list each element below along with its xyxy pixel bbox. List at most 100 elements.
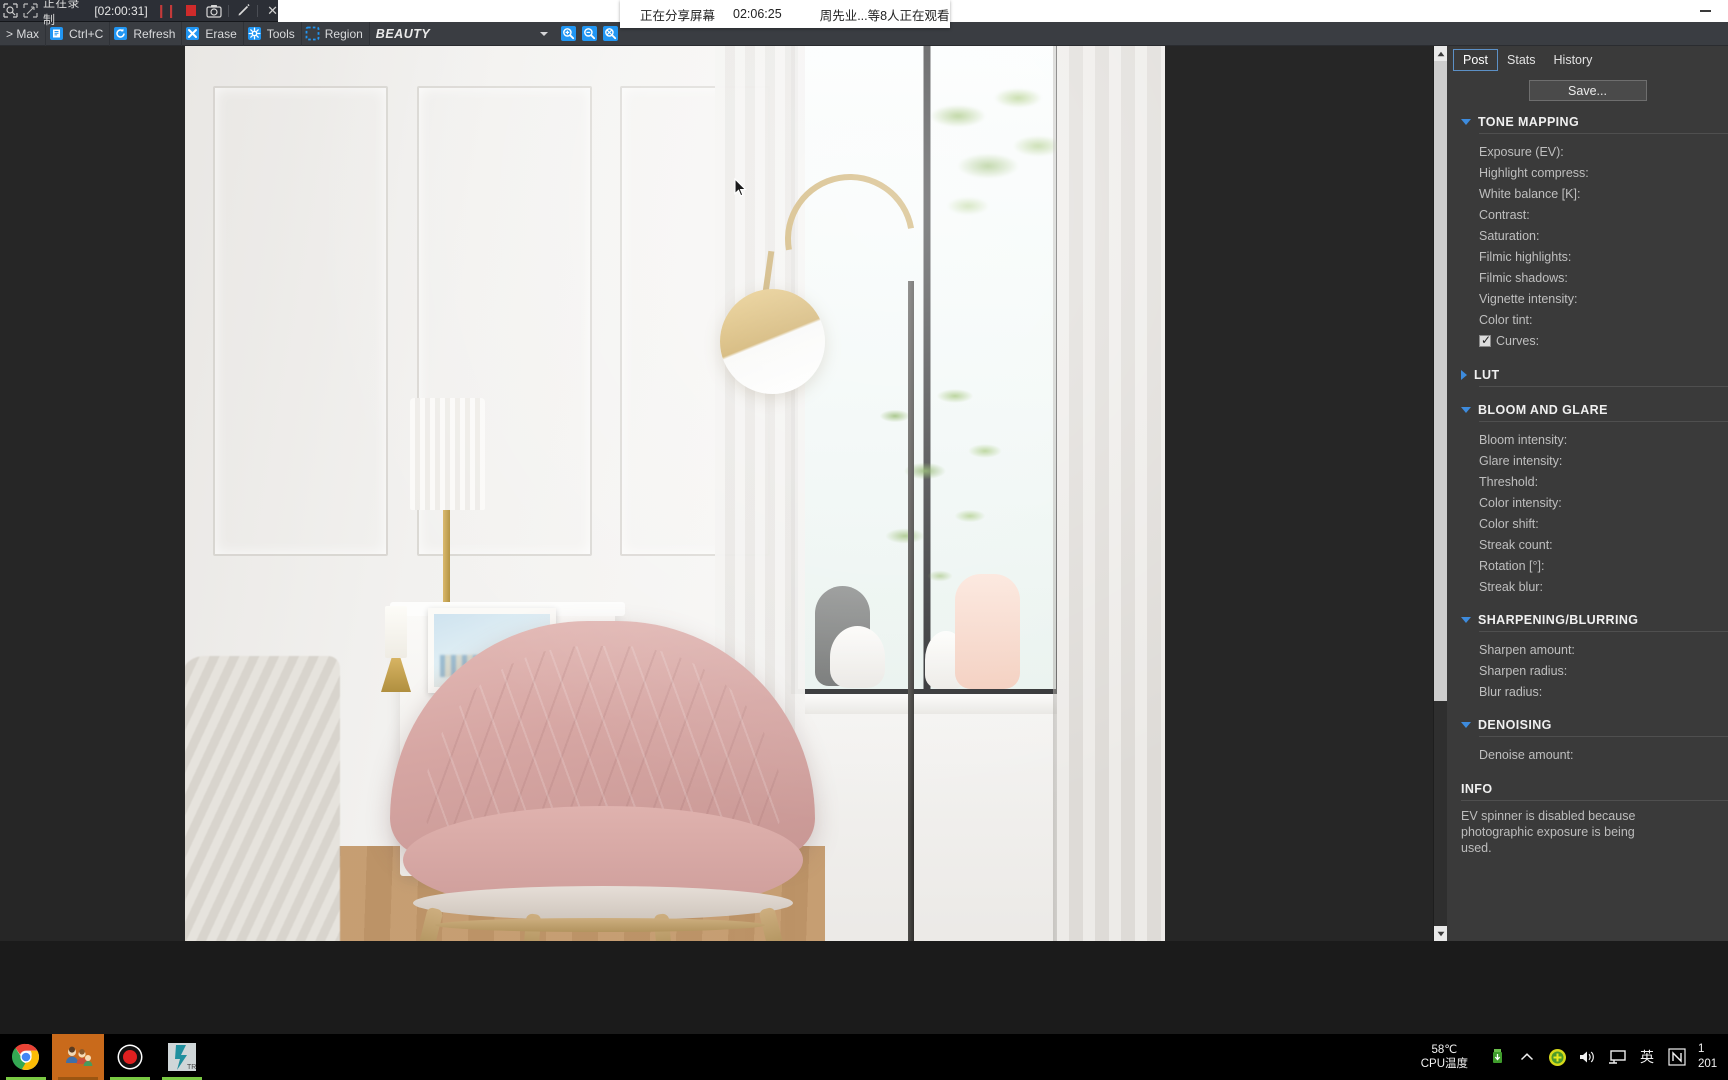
camera-icon[interactable] <box>204 1 224 21</box>
rendered-interior-image[interactable] <box>185 46 1165 941</box>
label-blur-radius: Blur radius: <box>1479 684 1543 699</box>
row-filmic-shadows[interactable]: Filmic shadows: <box>1461 267 1728 288</box>
toolbar-item-tools[interactable]: Tools <box>244 21 302 46</box>
toolbar-divider-2 <box>257 4 259 17</box>
update-shield-icon[interactable] <box>1542 1034 1572 1080</box>
label-color-tint: Color tint: <box>1479 312 1533 327</box>
section-tone-mapping-header[interactable]: TONE MAPPING <box>1461 115 1728 129</box>
renderer-taskbar-icon[interactable]: TR <box>156 1034 208 1080</box>
row-bloom-intensity[interactable]: Bloom intensity: <box>1461 429 1728 450</box>
show-hidden-icons-icon[interactable] <box>1512 1034 1542 1080</box>
info-line-3: used. <box>1461 841 1492 855</box>
section-info-title: INFO <box>1461 782 1493 796</box>
clock-date: 201 <box>1698 1058 1718 1070</box>
zoom-out-icon[interactable] <box>581 25 598 42</box>
row-denoise-amount[interactable]: Denoise amount: <box>1461 744 1728 765</box>
scroll-up-icon[interactable] <box>1434 46 1447 61</box>
onenote-icon[interactable] <box>1662 1034 1692 1080</box>
display-icon[interactable] <box>1602 1034 1632 1080</box>
panel-vertical-scrollbar[interactable] <box>1434 46 1447 941</box>
label-exposure: Exposure (EV): <box>1479 144 1564 159</box>
row-threshold[interactable]: Threshold: <box>1461 471 1728 492</box>
panel-scroll-thumb[interactable] <box>1434 61 1447 701</box>
label-streak-blur: Streak blur: <box>1479 579 1543 594</box>
render-viewport[interactable] <box>0 46 1433 941</box>
zoom-controls <box>560 25 619 42</box>
section-denoising-header[interactable]: DENOISING <box>1461 718 1728 732</box>
row-color-shift[interactable]: Color shift: <box>1461 513 1728 534</box>
row-highlight-compress[interactable]: Highlight compress: <box>1461 162 1728 183</box>
chevron-down-icon <box>1461 407 1471 413</box>
zoom-in-icon[interactable] <box>560 25 577 42</box>
row-sharpen-radius[interactable]: Sharpen radius: <box>1461 660 1728 681</box>
zoom-fit-icon[interactable] <box>602 25 619 42</box>
row-exposure[interactable]: Exposure (EV): <box>1461 141 1728 162</box>
row-filmic-highlights[interactable]: Filmic highlights: <box>1461 246 1728 267</box>
tab-history[interactable]: History <box>1545 49 1602 71</box>
row-blur-radius[interactable]: Blur radius: <box>1461 681 1728 702</box>
label-color-intensity: Color intensity: <box>1479 495 1562 510</box>
toolbar-item-refresh[interactable]: Refresh <box>110 21 183 46</box>
curves-checkbox[interactable] <box>1479 333 1491 347</box>
close-icon[interactable]: ✕ <box>267 3 278 19</box>
post-processing-panel: Post Stats History Save... TONE MAPPING … <box>1447 46 1728 941</box>
label-white-balance: White balance [K]: <box>1479 186 1581 201</box>
recorder-taskbar-icon[interactable] <box>104 1034 156 1080</box>
row-white-balance[interactable]: White balance [K]: <box>1461 183 1728 204</box>
minimize-button[interactable] <box>1690 0 1720 22</box>
toolbar-item-erase[interactable]: Erase <box>182 21 244 46</box>
row-curves[interactable]: Curves: <box>1461 330 1728 351</box>
section-sharpening-blurring-header[interactable]: SHARPENING/BLURRING <box>1461 613 1728 627</box>
label-rotation: Rotation [°]: <box>1479 558 1545 573</box>
crop-region-icon[interactable] <box>20 1 40 21</box>
row-streak-count[interactable]: Streak count: <box>1461 534 1728 555</box>
row-streak-blur[interactable]: Streak blur: <box>1461 576 1728 597</box>
divider <box>1479 386 1728 387</box>
render-pass-dropdown[interactable]: BEAUTY <box>372 22 552 46</box>
toolbar-label-refresh: Refresh <box>133 26 176 41</box>
pause-icon[interactable]: ❙❙ <box>156 3 177 19</box>
toolbar-item-region[interactable]: Region <box>302 21 370 46</box>
volume-icon[interactable] <box>1572 1034 1602 1080</box>
region-marquee-icon <box>305 26 320 41</box>
screen-share-indicator[interactable]: 正在分享屏幕 02:06:25 周先业...等8人正在观看 <box>620 0 950 28</box>
section-bloom-and-glare-header[interactable]: BLOOM AND GLARE <box>1461 403 1728 417</box>
row-sharpen-amount[interactable]: Sharpen amount: <box>1461 639 1728 660</box>
tab-post[interactable]: Post <box>1453 49 1499 71</box>
label-sharpen-amount: Sharpen amount: <box>1479 642 1575 657</box>
row-contrast[interactable]: Contrast: <box>1461 204 1728 225</box>
recording-status-label: 正在录制 <box>43 0 80 27</box>
section-lut-header[interactable]: LUT <box>1461 368 1728 382</box>
region-select-icon[interactable] <box>0 1 20 21</box>
tab-stats-label: Stats <box>1507 53 1536 67</box>
section-tone-mapping: TONE MAPPING Exposure (EV): Highlight co… <box>1447 115 1728 351</box>
cpu-temp-label: CPU温度 <box>1420 1058 1468 1070</box>
row-color-intensity[interactable]: Color intensity: <box>1461 492 1728 513</box>
pen-icon[interactable] <box>233 1 253 21</box>
system-tray: 58℃ CPU温度 英 1 201 <box>1421 1034 1728 1080</box>
label-curves: Curves: <box>1496 333 1540 348</box>
info-line-2: photographic exposure is being <box>1461 825 1635 839</box>
ime-english-icon[interactable]: 英 <box>1632 1034 1662 1080</box>
cpu-temperature-widget[interactable]: 58℃ CPU温度 <box>1421 1043 1468 1071</box>
scroll-down-icon[interactable] <box>1434 926 1447 941</box>
row-glare-intensity[interactable]: Glare intensity: <box>1461 450 1728 471</box>
tab-stats[interactable]: Stats <box>1498 49 1545 71</box>
taskbar-clock[interactable]: 1 201 <box>1698 1042 1728 1072</box>
row-rotation[interactable]: Rotation [°]: <box>1461 555 1728 576</box>
row-saturation[interactable]: Saturation: <box>1461 225 1728 246</box>
chrome-taskbar-icon[interactable] <box>0 1034 52 1080</box>
save-button[interactable]: Save... <box>1528 80 1647 101</box>
usb-eject-icon[interactable] <box>1482 1034 1512 1080</box>
section-bloom-and-glare-title: BLOOM AND GLARE <box>1478 403 1608 417</box>
row-vignette-intensity[interactable]: Vignette intensity: <box>1461 288 1728 309</box>
qq-taskbar-icon[interactable] <box>52 1034 104 1080</box>
label-denoise-amount: Denoise amount: <box>1479 747 1574 762</box>
section-sharpening-blurring: SHARPENING/BLURRING Sharpen amount: Shar… <box>1447 613 1728 702</box>
refresh-icon <box>113 26 128 41</box>
chevron-down-icon <box>1461 119 1471 125</box>
recording-elapsed-time: [02:00:31] <box>94 3 148 18</box>
row-color-tint[interactable]: Color tint: <box>1461 309 1728 330</box>
stop-icon[interactable] <box>185 5 197 16</box>
toolbar-item-max[interactable]: > Max <box>0 21 47 46</box>
